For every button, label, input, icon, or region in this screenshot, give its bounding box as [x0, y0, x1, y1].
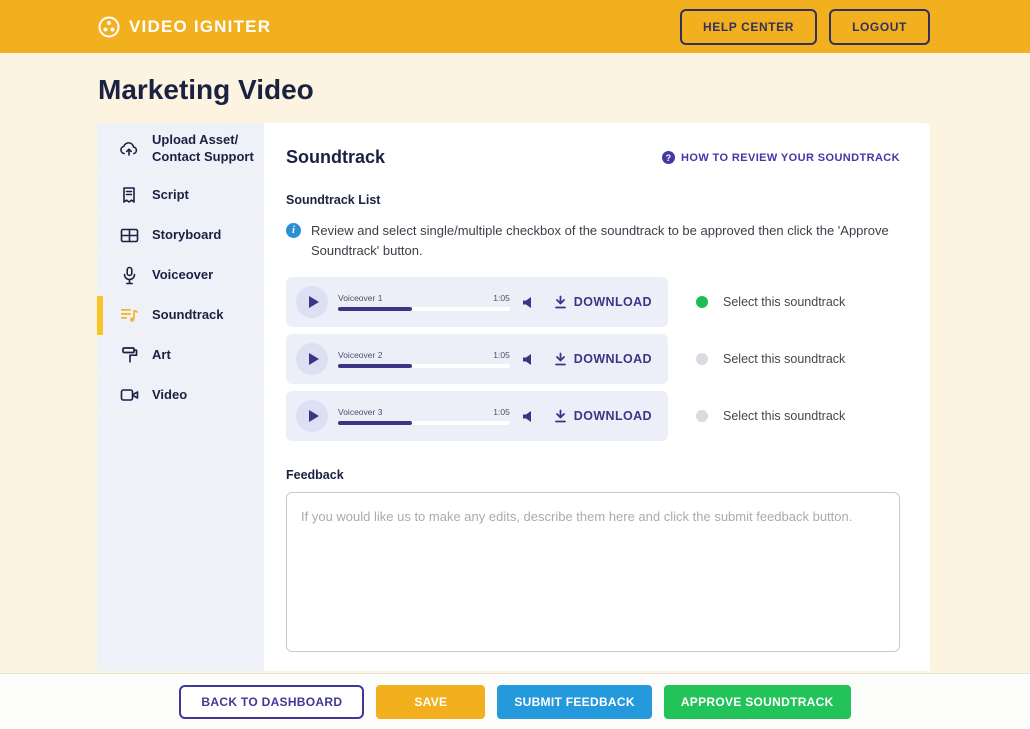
audio-player-3: Voiceover 3 1:05 D [286, 391, 668, 441]
sidebar-item-upload-asset[interactable]: Upload Asset/ Contact Support [97, 123, 264, 176]
download-label: DOWNLOAD [574, 409, 652, 423]
sidebar-item-label: Soundtrack [152, 307, 254, 324]
audio-player-2: Voiceover 2 1:05 D [286, 334, 668, 384]
select-label: Select this soundtrack [723, 409, 845, 423]
track-list: Voiceover 1 1:05 D [286, 277, 900, 441]
info-icon: i [286, 223, 301, 238]
microphone-icon [119, 266, 139, 285]
seek-slider[interactable] [338, 364, 510, 368]
info-banner: i Review and select single/multiple chec… [286, 221, 898, 261]
feedback-label: Feedback [286, 468, 900, 482]
audio-player-1: Voiceover 1 1:05 D [286, 277, 668, 327]
project-card: Upload Asset/ Contact Support Script Sto… [97, 123, 930, 671]
seek-slider[interactable] [338, 307, 510, 311]
save-button[interactable]: SAVE [376, 685, 485, 719]
select-label: Select this soundtrack [723, 352, 845, 366]
page-title: Marketing Video [98, 74, 1030, 106]
top-bar: VIDEO IGNITER HELP CENTER LOGOUT [0, 0, 1030, 53]
select-soundtrack-option-2[interactable]: Select this soundtrack [696, 352, 845, 366]
play-button[interactable] [296, 400, 328, 432]
how-to-review-link[interactable]: ? HOW TO REVIEW YOUR SOUNDTRACK [662, 151, 900, 164]
cloud-upload-icon [119, 140, 139, 157]
select-label: Select this soundtrack [723, 295, 845, 309]
select-soundtrack-option-1[interactable]: Select this soundtrack [696, 295, 845, 309]
help-link-label: HOW TO REVIEW YOUR SOUNDTRACK [681, 152, 900, 164]
download-icon [554, 409, 567, 423]
play-icon [309, 410, 319, 422]
storyboard-grid-icon [119, 228, 139, 243]
video-igniter-logo-icon [97, 15, 121, 39]
sidebar-item-label: Voiceover [152, 267, 254, 284]
sidebar-item-label: Art [152, 347, 254, 364]
track-duration: 1:05 [493, 293, 510, 303]
download-icon [554, 352, 567, 366]
video-camera-icon [119, 388, 139, 402]
help-center-button[interactable]: HELP CENTER [680, 9, 817, 45]
volume-icon[interactable] [522, 353, 534, 366]
radio-dot [696, 353, 708, 365]
sidebar-item-soundtrack[interactable]: Soundtrack [97, 296, 264, 336]
sidebar: Upload Asset/ Contact Support Script Sto… [97, 123, 264, 671]
download-label: DOWNLOAD [574, 352, 652, 366]
seek-progress [338, 421, 412, 425]
radio-dot [696, 296, 708, 308]
feedback-textarea[interactable] [286, 492, 900, 652]
sidebar-item-storyboard[interactable]: Storyboard [97, 216, 264, 256]
play-button[interactable] [296, 286, 328, 318]
track-row-2: Voiceover 2 1:05 D [286, 334, 900, 384]
section-title: Soundtrack [286, 147, 385, 168]
play-icon [309, 296, 319, 308]
submit-feedback-button[interactable]: SUBMIT FEEDBACK [497, 685, 652, 719]
download-button[interactable]: DOWNLOAD [554, 409, 652, 423]
play-icon [309, 353, 319, 365]
question-circle-icon: ? [662, 151, 675, 164]
sidebar-item-video[interactable]: Video [97, 376, 264, 416]
content-panel: Soundtrack ? HOW TO REVIEW YOUR SOUNDTRA… [264, 123, 930, 671]
download-icon [554, 295, 567, 309]
soundtrack-list-title: Soundtrack List [286, 193, 900, 207]
sidebar-item-voiceover[interactable]: Voiceover [97, 256, 264, 296]
radio-dot [696, 410, 708, 422]
sidebar-item-label: Upload Asset/ Contact Support [152, 132, 254, 166]
download-button[interactable]: DOWNLOAD [554, 352, 652, 366]
info-text: Review and select single/multiple checkb… [311, 221, 898, 261]
music-playlist-icon [119, 307, 139, 323]
seek-progress [338, 364, 412, 368]
track-name: Voiceover 1 [338, 293, 382, 303]
back-to-dashboard-button[interactable]: BACK TO DASHBOARD [179, 685, 364, 719]
track-name: Voiceover 3 [338, 407, 382, 417]
play-button[interactable] [296, 343, 328, 375]
sidebar-item-art[interactable]: Art [97, 336, 264, 376]
sidebar-item-label: Script [152, 187, 254, 204]
track-duration: 1:05 [493, 407, 510, 417]
seek-progress [338, 307, 412, 311]
select-soundtrack-option-3[interactable]: Select this soundtrack [696, 409, 845, 423]
sidebar-item-label: Video [152, 387, 254, 404]
volume-icon[interactable] [522, 296, 534, 309]
download-button[interactable]: DOWNLOAD [554, 295, 652, 309]
download-label: DOWNLOAD [574, 295, 652, 309]
brand-name: VIDEO IGNITER [129, 17, 271, 37]
track-duration: 1:05 [493, 350, 510, 360]
sidebar-item-label: Storyboard [152, 227, 254, 244]
track-name: Voiceover 2 [338, 350, 382, 360]
sidebar-item-script[interactable]: Script [97, 176, 264, 216]
paint-roller-icon [119, 346, 139, 364]
volume-icon[interactable] [522, 410, 534, 423]
track-row-3: Voiceover 3 1:05 D [286, 391, 900, 441]
seek-slider[interactable] [338, 421, 510, 425]
track-row-1: Voiceover 1 1:05 D [286, 277, 900, 327]
action-bar: BACK TO DASHBOARD SAVE SUBMIT FEEDBACK A… [0, 673, 1030, 729]
brand-logo[interactable]: VIDEO IGNITER [97, 15, 271, 39]
logout-button[interactable]: LOGOUT [829, 9, 930, 45]
script-icon [119, 186, 139, 204]
approve-soundtrack-button[interactable]: APPROVE SOUNDTRACK [664, 685, 851, 719]
